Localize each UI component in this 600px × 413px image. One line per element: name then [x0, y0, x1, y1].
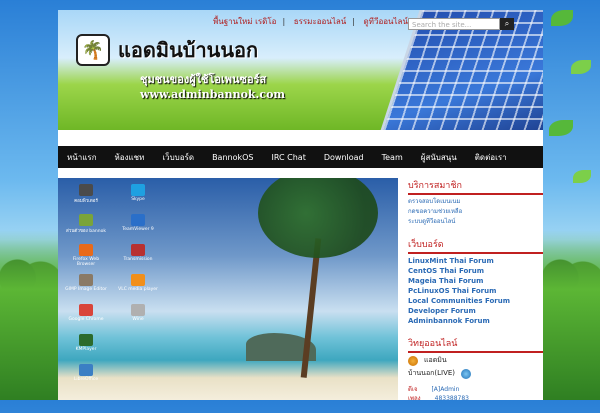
- leaf-decoration: [573, 170, 591, 183]
- site-url: www.adminbannok.com: [140, 88, 286, 101]
- background-grass: [0, 230, 58, 400]
- desktop-icon-label: LibreOffice: [73, 377, 99, 382]
- desktop-icon-label: VLC media player: [118, 287, 158, 292]
- app-icon: [79, 214, 93, 226]
- radio-info-value: [A]Admin: [431, 386, 460, 393]
- main-navigation: หน้าแรก ห้องแชท เว็บบอร์ด BannokOS IRC C…: [58, 146, 543, 168]
- desktop-icon[interactable]: LibreOffice: [64, 364, 108, 382]
- radio-info-value: 483388783: [434, 395, 469, 402]
- radio-info: ดีเจ [A]Admin เพลง 483388783: [408, 385, 543, 403]
- radio-station-name: แอดมิน: [424, 356, 447, 364]
- desktop-icon-label: GIMP Image Editor: [65, 287, 107, 292]
- search-icon: ⌕: [504, 19, 510, 28]
- right-background-decoration: [543, 0, 600, 400]
- desktop-screenshot[interactable]: คอมพิวเตอร์ส่วนตัวของ bannok Firefox Web …: [58, 178, 398, 400]
- search-input[interactable]: Search the site...: [408, 18, 500, 30]
- desktop-icon-label: TeamViewer 9: [122, 227, 154, 232]
- radio-live-label: บ้านนอก(LIVE): [408, 369, 456, 377]
- desktop-icon[interactable]: Transmission: [116, 244, 160, 262]
- app-icon: [79, 184, 93, 196]
- desktop-icon[interactable]: Google Chrome: [64, 304, 108, 322]
- page-container: พื้นฐานใหม่ เรดิโอ | ธรรมะออนไลน์ | ดูทีวี…: [58, 10, 543, 402]
- forum-link[interactable]: CentOS Thai Forum: [408, 266, 543, 276]
- app-icon: [131, 214, 145, 226]
- nav-item-webboard[interactable]: เว็บบอร์ด: [153, 151, 203, 164]
- desktop-icon-label: ส่วนตัวของ bannok: [66, 229, 106, 234]
- forum-link[interactable]: PcLinuxOS Thai Forum: [408, 286, 543, 296]
- app-icon: [131, 274, 145, 286]
- tree-crown: [258, 178, 378, 258]
- desktop-icon[interactable]: Wine: [116, 304, 160, 322]
- forum-link[interactable]: Mageia Thai Forum: [408, 276, 543, 286]
- forum-link[interactable]: Local Communities Forum: [408, 296, 543, 306]
- desktop-icon-label: Google Chrome: [68, 317, 104, 322]
- nav-item-download[interactable]: Download: [315, 153, 373, 162]
- top-link-tv[interactable]: ดูทีวีออนไลน์: [363, 17, 407, 26]
- app-icon: [79, 334, 93, 346]
- radio-station[interactable]: แอดมิน: [408, 355, 543, 366]
- nav-item-bannokos[interactable]: BannokOS: [203, 153, 262, 162]
- webboard-heading: เว็บบอร์ด: [408, 237, 543, 254]
- site-title[interactable]: แอดมินบ้านนอก: [118, 34, 258, 66]
- members-section: บริการสมาชิก ตรวจสอบโดเมนเนม กดขอความช่ว…: [408, 178, 543, 227]
- radio-info-key: เพลง: [408, 395, 421, 402]
- app-icon: [79, 304, 93, 316]
- site-subtitle: ชุมชนของผู้ใช้โอเพนซอร์ส: [140, 73, 267, 86]
- webboard-section: เว็บบอร์ด LinuxMint Thai Forum CentOS Th…: [408, 237, 543, 326]
- desktop-icon-label: Wine: [132, 317, 144, 322]
- background-grass: [543, 230, 600, 400]
- app-icon: [131, 184, 145, 196]
- left-background-decoration: [0, 0, 58, 400]
- leaf-decoration: [549, 120, 573, 136]
- radio-info-row: ดีเจ [A]Admin: [408, 385, 543, 394]
- desktop-icon[interactable]: GIMP Image Editor: [64, 274, 108, 292]
- nav-item-irc-chat[interactable]: IRC Chat: [263, 153, 315, 162]
- forum-link[interactable]: Developer Forum: [408, 306, 543, 316]
- top-link-dharma[interactable]: ธรรมะออนไลน์: [294, 17, 347, 26]
- top-links: พื้นฐานใหม่ เรดิโอ | ธรรมะออนไลน์ | ดูทีวี…: [213, 17, 408, 26]
- site-logo-icon[interactable]: 🌴: [76, 34, 110, 66]
- radio-section: วิทยุออนไลน์ แอดมิน บ้านนอก(LIVE) ดีเจ [A…: [408, 336, 543, 403]
- app-icon: [79, 244, 93, 256]
- radio-live[interactable]: บ้านนอก(LIVE): [408, 368, 543, 379]
- desktop-icon-label: KMPlayer: [75, 347, 97, 352]
- app-icon: [79, 274, 93, 286]
- radio-info-key: ดีเจ: [408, 386, 418, 393]
- desktop-icon-label: Skype: [131, 197, 145, 202]
- app-icon: [79, 364, 93, 376]
- desktop-icon[interactable]: คอมพิวเตอร์: [64, 184, 108, 204]
- search-button[interactable]: ⌕: [500, 18, 514, 30]
- nav-item-home[interactable]: หน้าแรก: [58, 151, 106, 164]
- forum-link[interactable]: Adminbannok Forum: [408, 316, 543, 326]
- members-link[interactable]: กดขอความช่วยเหลือ: [408, 207, 543, 217]
- nav-item-team[interactable]: Team: [373, 153, 412, 162]
- desktop-icon[interactable]: ส่วนตัวของ bannok: [64, 214, 108, 234]
- app-icon: [131, 244, 145, 256]
- nav-item-contact[interactable]: ติดต่อเรา: [466, 151, 516, 164]
- desktop-icon[interactable]: Firefox Web Browser: [64, 244, 108, 267]
- site-header: พื้นฐานใหม่ เรดิโอ | ธรรมะออนไลน์ | ดูทีวี…: [58, 10, 543, 130]
- desktop-icon-label: คอมพิวเตอร์: [74, 199, 98, 204]
- desktop-icon[interactable]: Skype: [116, 184, 160, 202]
- nav-item-chatroom[interactable]: ห้องแชท: [106, 151, 154, 164]
- leaf-decoration: [551, 10, 573, 26]
- radio-info-row: เพลง 483388783: [408, 394, 543, 403]
- sidebar: บริการสมาชิก ตรวจสอบโดเมนเนม กดขอความช่ว…: [408, 178, 543, 413]
- top-link-radio[interactable]: พื้นฐานใหม่ เรดิโอ: [213, 17, 276, 26]
- desktop-icon-label: Transmission: [123, 257, 153, 262]
- desktop-icon-label: Firefox Web Browser: [72, 257, 100, 267]
- desktop-icon[interactable]: TeamViewer 9: [116, 214, 160, 232]
- radio-status-icon[interactable]: [461, 368, 472, 379]
- nav-item-sponsors[interactable]: ผู้สนับสนุน: [412, 151, 466, 164]
- members-link[interactable]: ระบบดูทีวีออนไลน์: [408, 217, 543, 227]
- members-link[interactable]: ตรวจสอบโดเมนเนม: [408, 197, 543, 207]
- app-icon: [131, 304, 145, 316]
- members-heading: บริการสมาชิก: [408, 178, 543, 195]
- radio-heading: วิทยุออนไลน์: [408, 336, 543, 353]
- leaf-decoration: [571, 60, 591, 74]
- desktop-icon[interactable]: VLC media player: [116, 274, 160, 292]
- radio-play-icon[interactable]: [408, 355, 418, 366]
- desktop-icon[interactable]: KMPlayer: [64, 334, 108, 352]
- forum-link[interactable]: LinuxMint Thai Forum: [408, 256, 543, 266]
